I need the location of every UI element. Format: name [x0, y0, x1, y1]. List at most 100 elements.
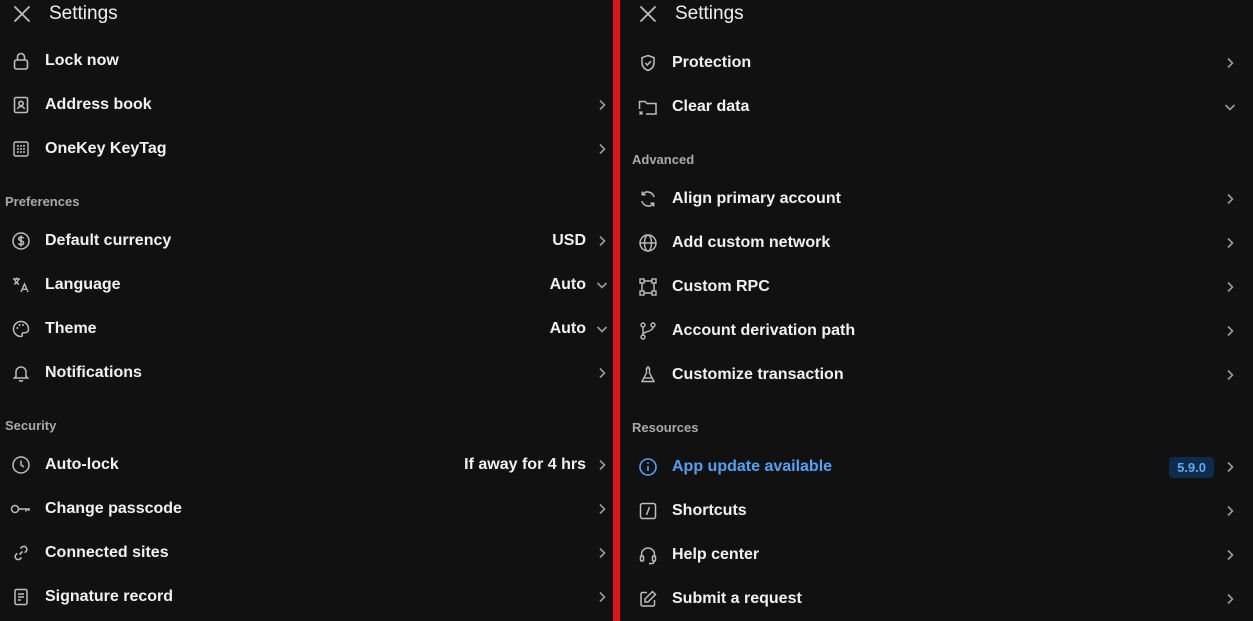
keytag-grid-icon [10, 138, 32, 160]
onekey-keytag-label: OneKey KeyTag [45, 140, 167, 157]
lock-now-label: Lock now [45, 52, 119, 69]
chevron-right-icon [1222, 191, 1238, 207]
customize-transaction-item[interactable]: Customize transaction [620, 353, 1253, 397]
align-primary-account-label: Align primary account [672, 190, 841, 207]
chevron-right-icon [1222, 323, 1238, 339]
settings-header: Settings [0, 0, 118, 28]
preferences-heading: Preferences [5, 194, 80, 209]
node-square-icon [637, 276, 659, 298]
auto-lock-value: If away for 4 hrs [464, 456, 586, 473]
default-currency-label: Default currency [45, 232, 172, 249]
flask-icon [637, 364, 659, 386]
default-currency-value: USD [552, 232, 586, 249]
chevron-right-icon [594, 457, 610, 473]
protection-label: Protection [672, 54, 752, 71]
settings-header: Settings [620, 0, 744, 28]
notifications-label: Notifications [45, 364, 142, 381]
app-update-item[interactable]: App update available 5.9.0 [620, 445, 1253, 489]
clear-data-label: Clear data [672, 98, 750, 115]
version-badge: 5.9.0 [1169, 456, 1214, 478]
headset-icon [637, 544, 659, 566]
chevron-right-icon [594, 141, 610, 157]
chevron-right-icon [1222, 547, 1238, 563]
theme-label: Theme [45, 320, 97, 337]
chevron-down-icon [1222, 99, 1238, 115]
default-currency-item[interactable]: Default currency USD [0, 219, 614, 263]
help-center-item[interactable]: Help center [620, 533, 1253, 577]
translate-icon [10, 274, 32, 296]
add-custom-network-label: Add custom network [672, 234, 831, 251]
chevron-right-icon [594, 365, 610, 381]
chevron-down-icon [594, 277, 610, 293]
close-icon[interactable] [637, 3, 659, 25]
globe-icon [637, 232, 659, 254]
address-book-label: Address book [45, 96, 152, 113]
align-primary-account-item[interactable]: Align primary account [620, 177, 1253, 221]
chevron-right-icon [1222, 235, 1238, 251]
chevron-right-icon [1222, 367, 1238, 383]
resources-heading: Resources [632, 420, 699, 435]
dollar-icon [10, 230, 32, 252]
notifications-item[interactable]: Notifications [0, 351, 614, 395]
chevron-right-icon [1222, 459, 1238, 475]
chevron-right-icon [594, 501, 610, 517]
edit-icon [637, 588, 659, 610]
page-title: Settings [49, 3, 118, 24]
customize-transaction-label: Customize transaction [672, 366, 844, 383]
theme-value: Auto [549, 320, 586, 337]
lock-now-item[interactable]: Lock now [0, 39, 614, 83]
change-passcode-label: Change passcode [45, 500, 182, 517]
theme-item[interactable]: Theme Auto [0, 307, 614, 351]
help-center-label: Help center [672, 546, 760, 563]
change-passcode-item[interactable]: Change passcode [0, 487, 614, 531]
auto-lock-label: Auto-lock [45, 456, 119, 473]
key-icon [10, 498, 32, 520]
onekey-keytag-item[interactable]: OneKey KeyTag [0, 127, 614, 171]
signature-record-label: Signature record [45, 588, 174, 605]
chevron-right-icon [594, 233, 610, 249]
submit-request-label: Submit a request [672, 590, 802, 607]
connected-sites-label: Connected sites [45, 544, 169, 561]
folder-clear-icon [637, 96, 659, 118]
bell-icon [10, 362, 32, 384]
info-icon [637, 456, 659, 478]
clear-data-item[interactable]: Clear data [620, 85, 1253, 129]
connected-sites-item[interactable]: Connected sites [0, 531, 614, 575]
close-icon[interactable] [11, 3, 33, 25]
custom-rpc-item[interactable]: Custom RPC [620, 265, 1253, 309]
chevron-down-icon [594, 321, 610, 337]
shield-icon [637, 52, 659, 74]
branch-icon [637, 320, 659, 342]
custom-rpc-label: Custom RPC [672, 278, 770, 295]
chevron-right-icon [1222, 55, 1238, 71]
panel-divider [613, 0, 620, 621]
chevron-right-icon [594, 545, 610, 561]
account-derivation-path-label: Account derivation path [672, 322, 856, 339]
document-icon [10, 586, 32, 608]
chevron-right-icon [1222, 279, 1238, 295]
chevron-right-icon [594, 589, 610, 605]
refresh-icon [637, 188, 659, 210]
auto-lock-item[interactable]: Auto-lock If away for 4 hrs [0, 443, 614, 487]
settings-pane-left: Settings Lock now Address book OneKey Ke… [0, 0, 614, 621]
address-book-item[interactable]: Address book [0, 83, 614, 127]
settings-pane-right: Settings Protection Clear data Advanced … [620, 0, 1253, 621]
language-value: Auto [549, 276, 586, 293]
submit-request-item[interactable]: Submit a request [620, 577, 1253, 621]
signature-record-item[interactable]: Signature record [0, 575, 614, 619]
security-heading: Security [5, 418, 57, 433]
add-custom-network-item[interactable]: Add custom network [620, 221, 1253, 265]
account-derivation-path-item[interactable]: Account derivation path [620, 309, 1253, 353]
chevron-right-icon [594, 97, 610, 113]
address-book-icon [10, 94, 32, 116]
app-update-label: App update available [672, 458, 833, 475]
language-item[interactable]: Language Auto [0, 263, 614, 307]
protection-item[interactable]: Protection [620, 41, 1253, 85]
page-title: Settings [675, 3, 744, 24]
chevron-right-icon [1222, 591, 1238, 607]
palette-icon [10, 318, 32, 340]
lock-icon [10, 50, 32, 72]
link-icon [10, 542, 32, 564]
shortcuts-item[interactable]: Shortcuts [620, 489, 1253, 533]
shortcuts-label: Shortcuts [672, 502, 747, 519]
